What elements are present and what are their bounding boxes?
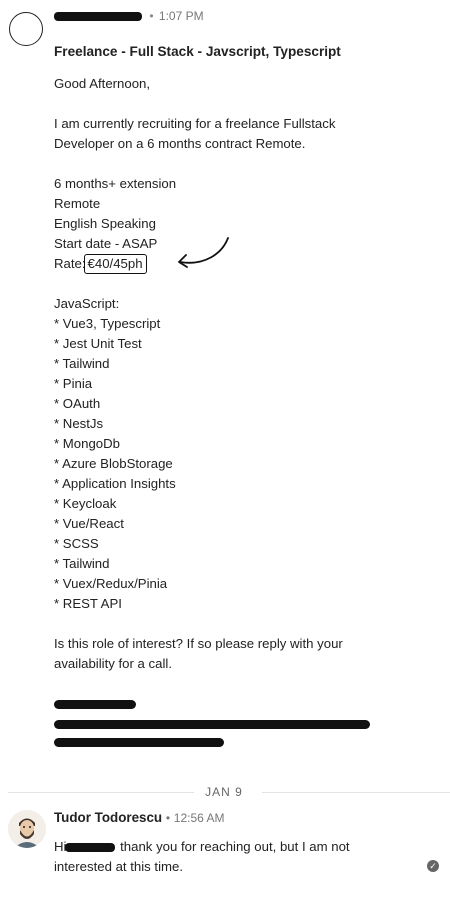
reply-text-line1: thank you for reaching out, but I am not	[120, 839, 350, 854]
reply-time: 12:56 AM	[173, 811, 225, 825]
reply-line: Hi thank you for reaching out, but I am …	[54, 837, 414, 857]
skill-item: * Vuex/Redux/Pinia	[54, 576, 168, 591]
redacted-signature-title	[54, 720, 370, 729]
redacted-sender-name[interactable]	[54, 12, 142, 22]
skill-item: * Pinia	[54, 376, 93, 391]
skill-item: * Tailwind	[54, 356, 110, 371]
skills-list: * Vue3, Typescript * Jest Unit Test * Tail…	[54, 314, 434, 614]
message-subject: Freelance - Full Stack - Javscript, Type…	[54, 44, 341, 59]
redacted-signature-name	[54, 700, 136, 709]
reply-meta: Tudor Todorescu • 12:56 AM	[54, 810, 225, 825]
skill-item: * Vue3, Typescript	[54, 316, 161, 331]
skill-item: * Azure BlobStorage	[54, 456, 173, 471]
closing-line: availability for a call.	[54, 656, 173, 671]
reply-avatar[interactable]	[8, 810, 46, 848]
greeting: Good Afternoon,	[54, 76, 151, 91]
redacted-signature-company	[54, 738, 224, 747]
intro-line: Developer on a 6 months contract Remote.	[54, 136, 306, 151]
detail-line: Start date - ASAP	[54, 236, 158, 251]
skill-item: * Application Insights	[54, 476, 176, 491]
skill-item: * Jest Unit Test	[54, 336, 142, 351]
skills-heading: JavaScript:	[54, 296, 120, 311]
skill-item: * Keycloak	[54, 496, 117, 511]
conversation-thread: • 1:07 PM Freelance - Full Stack - Javsc…	[0, 0, 450, 913]
redacted-recipient-name	[65, 843, 116, 853]
skill-item: * OAuth	[54, 396, 101, 411]
signature-name	[54, 694, 434, 714]
detail-line: 6 months+ extension	[54, 176, 177, 191]
reply-sender-name[interactable]: Tudor Todorescu	[54, 810, 162, 825]
skill-item: * Vue/React	[54, 516, 124, 531]
skill-item: * NestJs	[54, 416, 104, 431]
reply-separator: •	[165, 811, 171, 825]
skill-item: * REST API	[54, 596, 122, 611]
meta-separator: •	[149, 9, 154, 23]
signature-title	[54, 714, 434, 734]
sender-avatar[interactable]	[9, 12, 43, 46]
curved-arrow-icon	[178, 237, 229, 268]
message-time: 1:07 PM	[158, 9, 204, 23]
signature-company	[54, 734, 434, 754]
closing-line: Is this role of interest? If so please r…	[54, 636, 343, 651]
detail-line: Remote	[54, 196, 101, 211]
rate-value-highlight: €40/45ph	[83, 254, 147, 274]
rate-line: Rate: €40/45ph	[54, 254, 434, 274]
message-meta: • 1:07 PM	[54, 9, 204, 23]
message-body: Freelance - Full Stack - Javscript, Type…	[54, 42, 434, 754]
reply-text-line2: interested at this time.	[54, 859, 184, 874]
skill-item: * SCSS	[54, 536, 99, 551]
skill-item: * MongoDb	[54, 436, 120, 451]
date-divider-label: JAN 9	[205, 785, 243, 799]
skill-item: * Tailwind	[54, 556, 110, 571]
reply-body: Hi thank you for reaching out, but I am …	[54, 837, 414, 877]
rate-label: Rate:	[54, 256, 86, 271]
seen-check-icon: ✓	[427, 860, 439, 872]
detail-line: English Speaking	[54, 216, 156, 231]
intro-line: I am currently recruiting for a freelanc…	[54, 116, 336, 131]
